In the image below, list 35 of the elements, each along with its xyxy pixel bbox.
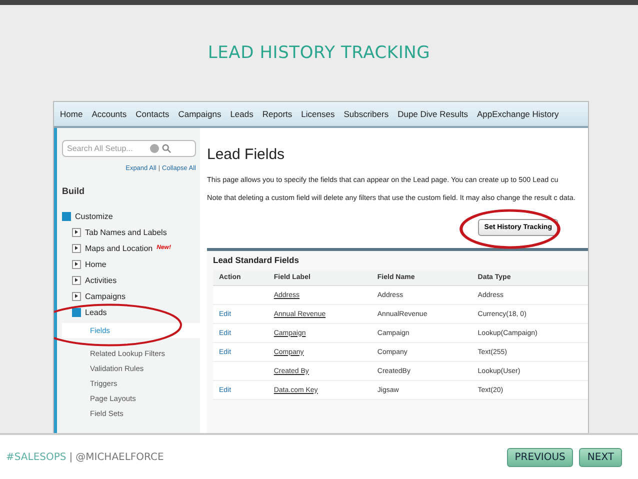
page-title: Lead Fields [207,146,286,163]
table-title: Lead Standard Fields [213,255,300,265]
nav-button[interactable]: NEXT [579,448,622,466]
nav-tab[interactable]: Home [60,109,83,119]
tree-item[interactable]: Activities [85,276,117,284]
expand-icon[interactable] [72,292,81,300]
nav-tab[interactable]: Subscribers [344,109,389,119]
collapse-icon[interactable] [62,212,71,220]
slide-title: LEAD HISTORY TRACKING [208,43,430,63]
nav-button[interactable]: PREVIOUS [506,448,574,466]
tree-item[interactable]: Maps and Location [85,244,153,252]
expand-icon[interactable] [72,260,81,268]
tree-item[interactable]: Tab Names and Labels [85,228,167,236]
nav-tab[interactable]: AppExchange History [476,109,559,119]
hashtag-text: #SALESOPS [6,452,66,462]
nav-tab[interactable]: Reports [262,109,292,119]
search-box[interactable]: Search All Setup... [62,140,196,157]
nav-tab[interactable]: Leads [230,109,254,119]
handle-text: @MICHAELFORCE [76,452,164,462]
tree-item[interactable]: Home [85,260,106,268]
expand-icon[interactable] [72,228,81,236]
separator-text: | [69,452,73,462]
tree-item[interactable]: Campaigns [85,292,126,300]
tree-item[interactable]: Leads [85,308,107,316]
expand-icon[interactable] [72,276,81,284]
nav-tab[interactable]: Campaigns [178,109,222,119]
section-heading: Build [62,186,86,196]
nav-tab[interactable]: Licenses [301,109,335,119]
nav-tab[interactable]: Accounts [92,109,127,119]
tree-item[interactable]: Customize [75,212,113,220]
nav-tab[interactable]: Contacts [136,109,170,119]
search-field[interactable]: Search All Setup... [67,144,147,153]
nav-tab[interactable]: Dupe Dive Results [398,109,468,119]
search-icon[interactable] [162,144,171,153]
expand-icon[interactable] [72,244,81,252]
